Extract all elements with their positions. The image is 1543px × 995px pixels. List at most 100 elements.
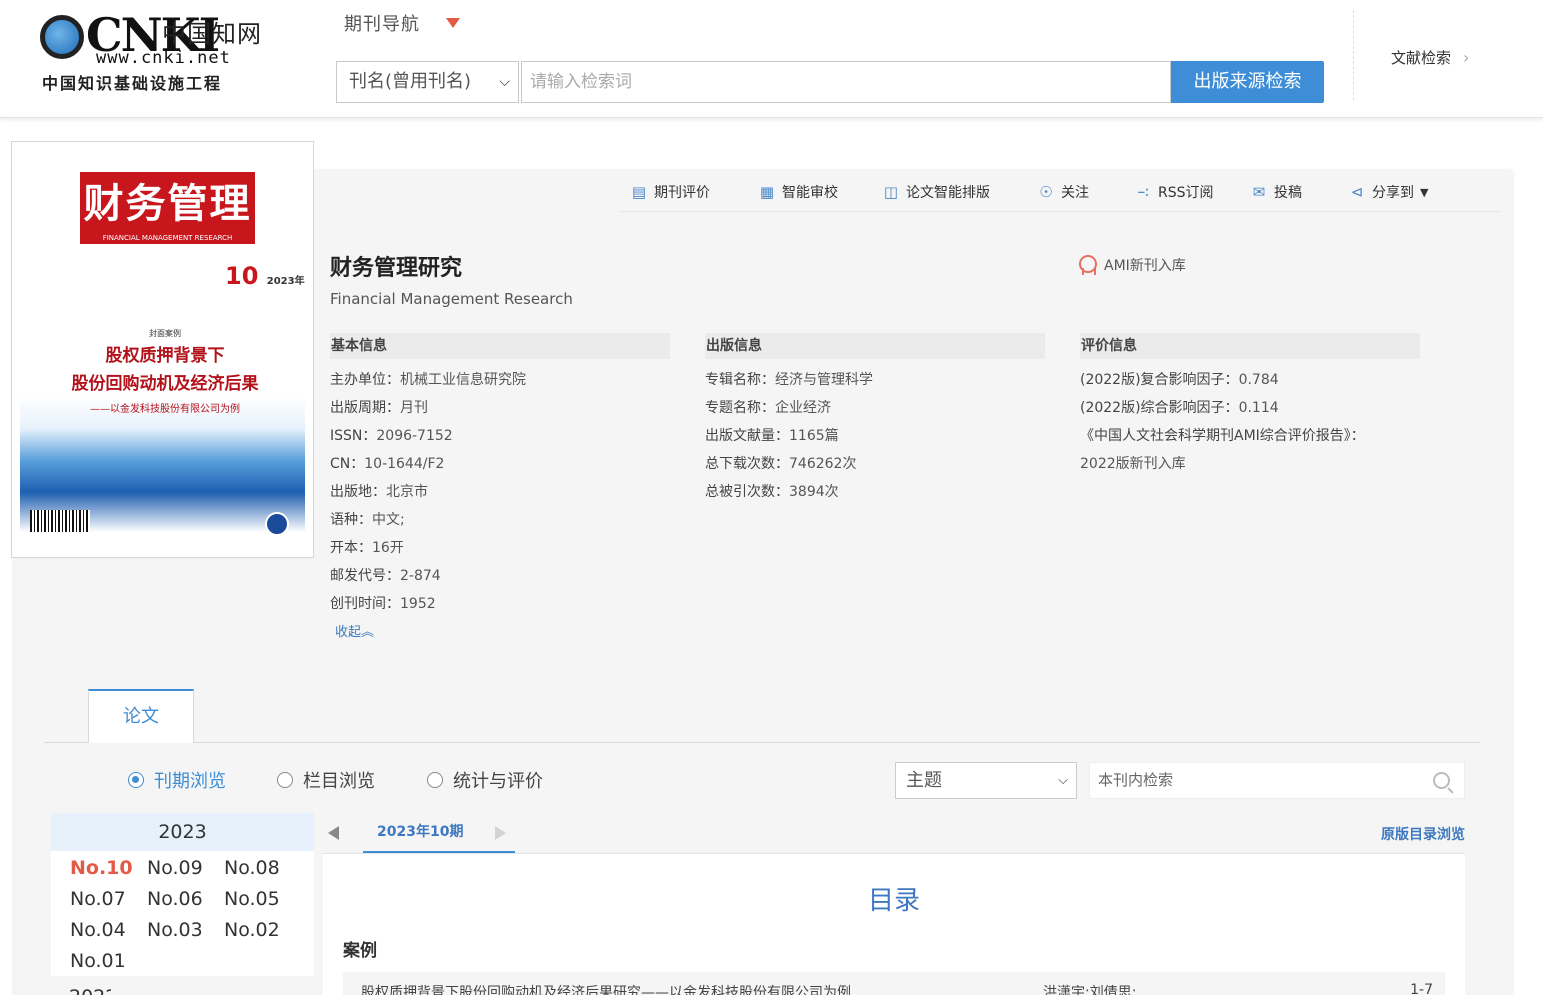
journal-toolbar: ▤ 期刊评价 ▦ 智能审校 ◫ 论文智能排版 ☉ 关注 ∹ RSS订阅 ✉ 投稿 ⊲ 分享到 … bbox=[620, 180, 1500, 212]
article-pages: 1-7 bbox=[1410, 982, 1433, 995]
info-row: 主办单位：机械工业信息研究院 bbox=[330, 372, 526, 388]
evaluation-info: 评价信息 (2022版)复合影响因子：0.784 (2022版)综合影响因子：0… bbox=[1080, 333, 1420, 478]
issue-item[interactable]: No.09 bbox=[147, 853, 224, 884]
pub-info-heading: 出版信息 bbox=[705, 333, 1045, 359]
issue-item[interactable]: No.02 bbox=[224, 915, 301, 946]
tool-journal-eval[interactable]: ▤ 期刊评价 bbox=[630, 180, 710, 204]
mail-icon: ✉ bbox=[1252, 183, 1266, 201]
original-toc-link[interactable]: 原版目录浏览 bbox=[1381, 824, 1465, 844]
info-row: CN：10-1644/F2 bbox=[330, 456, 445, 472]
cover-issue-number: 10 bbox=[225, 262, 259, 290]
cover-year: 2023年 bbox=[266, 276, 305, 287]
cover-tag: 封面案例 bbox=[149, 329, 181, 338]
info-row: (2022版)综合影响因子：0.114 bbox=[1080, 400, 1279, 416]
publication-info: 出版信息 专辑名称：经济与管理科学 专题名称：企业经济 出版文献量：1165篇 … bbox=[705, 333, 1045, 506]
article-authors: 洪潇宇;刘倩思; bbox=[1043, 985, 1137, 995]
issue-item[interactable]: No.03 bbox=[147, 915, 224, 946]
current-issue-tab[interactable]: 2023年10期 bbox=[363, 816, 515, 853]
radio-dot-icon bbox=[277, 772, 293, 788]
toc-row: 股权质押背景下股份回购动机及经济后果研究——以金发科技股份有限公司为例 洪潇宇;… bbox=[343, 972, 1445, 995]
issue-item[interactable]: No.04 bbox=[70, 915, 147, 946]
toc-section-title: 案例 bbox=[343, 941, 377, 961]
info-row: ISSN：2096-7152 bbox=[330, 428, 453, 444]
issue-item[interactable]: No.05 bbox=[224, 884, 301, 915]
issue-item[interactable]: No.08 bbox=[224, 853, 301, 884]
cover-en-title: FINANCIAL MANAGEMENT RESEARCH bbox=[102, 234, 233, 242]
journal-title: 财务管理研究 bbox=[330, 256, 463, 281]
year-header-next[interactable]: 2022 bbox=[69, 988, 111, 995]
info-row: 开本：16开 bbox=[330, 540, 404, 556]
issue-bar: 2023年10期 原版目录浏览 bbox=[323, 816, 1465, 853]
info-row: (2022版)复合影响因子：0.784 bbox=[1080, 372, 1279, 388]
info-row: 邮发代号：2-874 bbox=[330, 568, 441, 584]
doc-search-link[interactable]: 文献检索 bbox=[1391, 47, 1451, 68]
issue-item[interactable]: No.01 bbox=[70, 946, 147, 977]
info-row: 《中国人文社会科学期刊AMI综合评价报告》： bbox=[1080, 428, 1365, 444]
basic-info-heading: 基本信息 bbox=[330, 333, 670, 359]
journal-title-en: Financial Management Research bbox=[330, 290, 573, 308]
issue-item[interactable]: No.07 bbox=[70, 884, 147, 915]
tool-follow[interactable]: ☉ 关注 bbox=[1037, 180, 1089, 204]
article-title-link[interactable]: 股权质押背景下股份回购动机及经济后果研究——以金发科技股份有限公司为例 bbox=[361, 982, 851, 995]
info-row: 总被引次数：3894次 bbox=[705, 484, 839, 500]
info-row: 出版周期：月刊 bbox=[330, 400, 428, 416]
chevron-down-icon: ⌵ bbox=[1058, 773, 1068, 788]
logo-url: www.cnki.net bbox=[96, 48, 231, 68]
layout-icon: ◫ bbox=[883, 183, 899, 201]
caret-down-icon: ▼ bbox=[1420, 185, 1429, 199]
tool-rss[interactable]: ∹ RSS订阅 bbox=[1134, 180, 1214, 204]
tool-smart-proofread[interactable]: ▦ 智能审校 bbox=[758, 180, 838, 204]
next-issue-icon[interactable] bbox=[495, 826, 506, 840]
in-journal-search-input[interactable]: 本刊内检索 bbox=[1089, 762, 1465, 799]
globe-icon bbox=[40, 15, 84, 59]
bar-chart-icon: ▤ bbox=[631, 183, 647, 201]
source-search-button[interactable]: 出版来源检索 bbox=[1171, 61, 1324, 103]
tool-submit[interactable]: ✉ 投稿 bbox=[1250, 180, 1302, 204]
prev-issue-icon[interactable] bbox=[328, 826, 339, 840]
info-row: 2022版新刊入库 bbox=[1080, 456, 1186, 472]
search-input[interactable]: 请输入检索词 bbox=[521, 61, 1171, 103]
chevron-right-icon[interactable]: › bbox=[1463, 48, 1469, 67]
collapse-link[interactable]: 收起︽ bbox=[335, 621, 374, 640]
year-issue-list: 2023 No.10 No.09 No.08 No.07 No.06 No.05… bbox=[51, 813, 314, 976]
year-header[interactable]: 2023 bbox=[51, 813, 314, 851]
medal-icon bbox=[1078, 255, 1097, 275]
info-row: 总下载次数：746262次 bbox=[705, 456, 857, 472]
tab-divider bbox=[44, 742, 1480, 743]
radio-issue-browse[interactable]: 刊期浏览 bbox=[128, 767, 226, 793]
info-row: 语种：中文; bbox=[330, 512, 405, 528]
publisher-logo-icon bbox=[265, 512, 289, 536]
radio-dot-icon bbox=[128, 772, 144, 788]
eye-icon: ☉ bbox=[1039, 183, 1053, 201]
barcode-icon bbox=[30, 510, 90, 532]
chevron-down-icon: ⌵ bbox=[499, 74, 510, 90]
tool-share[interactable]: ⊲ 分享到 ▼ bbox=[1348, 180, 1429, 204]
info-row: 出版地：北京市 bbox=[330, 484, 428, 500]
top-header: CNKI 中国知网 www.cnki.net 中国知识基础设施工程 期刊导航 刊… bbox=[0, 0, 1543, 118]
toc-title: 目录 bbox=[867, 886, 920, 916]
cnki-logo[interactable]: CNKI 中国知网 www.cnki.net 中国知识基础设施工程 bbox=[40, 8, 275, 96]
rss-icon: ∹ bbox=[1136, 183, 1150, 201]
header-divider bbox=[1353, 10, 1354, 100]
issue-item[interactable]: No.10 bbox=[70, 853, 147, 884]
info-row: 出版文献量：1165篇 bbox=[705, 428, 839, 444]
cover-headline: 股权质押背景下 股份回购动机及经济后果 bbox=[71, 346, 259, 394]
search-field-select[interactable]: 刊名(曾用刊名) ⌵ bbox=[336, 61, 519, 103]
radio-stats-eval[interactable]: 统计与评价 bbox=[427, 767, 543, 793]
in-journal-field-select[interactable]: 主题 ⌵ bbox=[895, 762, 1077, 799]
issue-item[interactable]: No.06 bbox=[147, 884, 224, 915]
eval-info-heading: 评价信息 bbox=[1080, 333, 1420, 359]
journal-cover[interactable]: 财务管理研究 FINANCIAL MANAGEMENT RESEARCH 10 … bbox=[11, 141, 314, 558]
tab-paper[interactable]: 论文 bbox=[88, 689, 194, 743]
radio-dot-icon bbox=[427, 772, 443, 788]
search-icon[interactable] bbox=[1433, 772, 1450, 789]
journal-nav-title[interactable]: 期刊导航 bbox=[344, 10, 420, 36]
proofread-icon: ▦ bbox=[759, 183, 775, 201]
logo-subtitle: 中国知识基础设施工程 bbox=[42, 74, 223, 93]
ami-badge: AMI新刊入库 bbox=[1078, 255, 1186, 275]
radio-column-browse[interactable]: 栏目浏览 bbox=[277, 767, 375, 793]
caret-down-icon[interactable] bbox=[446, 18, 460, 28]
info-row: 创刊时间：1952 bbox=[330, 596, 436, 612]
info-row: 专题名称：企业经济 bbox=[705, 400, 831, 416]
tool-smart-layout[interactable]: ◫ 论文智能排版 bbox=[882, 180, 990, 204]
